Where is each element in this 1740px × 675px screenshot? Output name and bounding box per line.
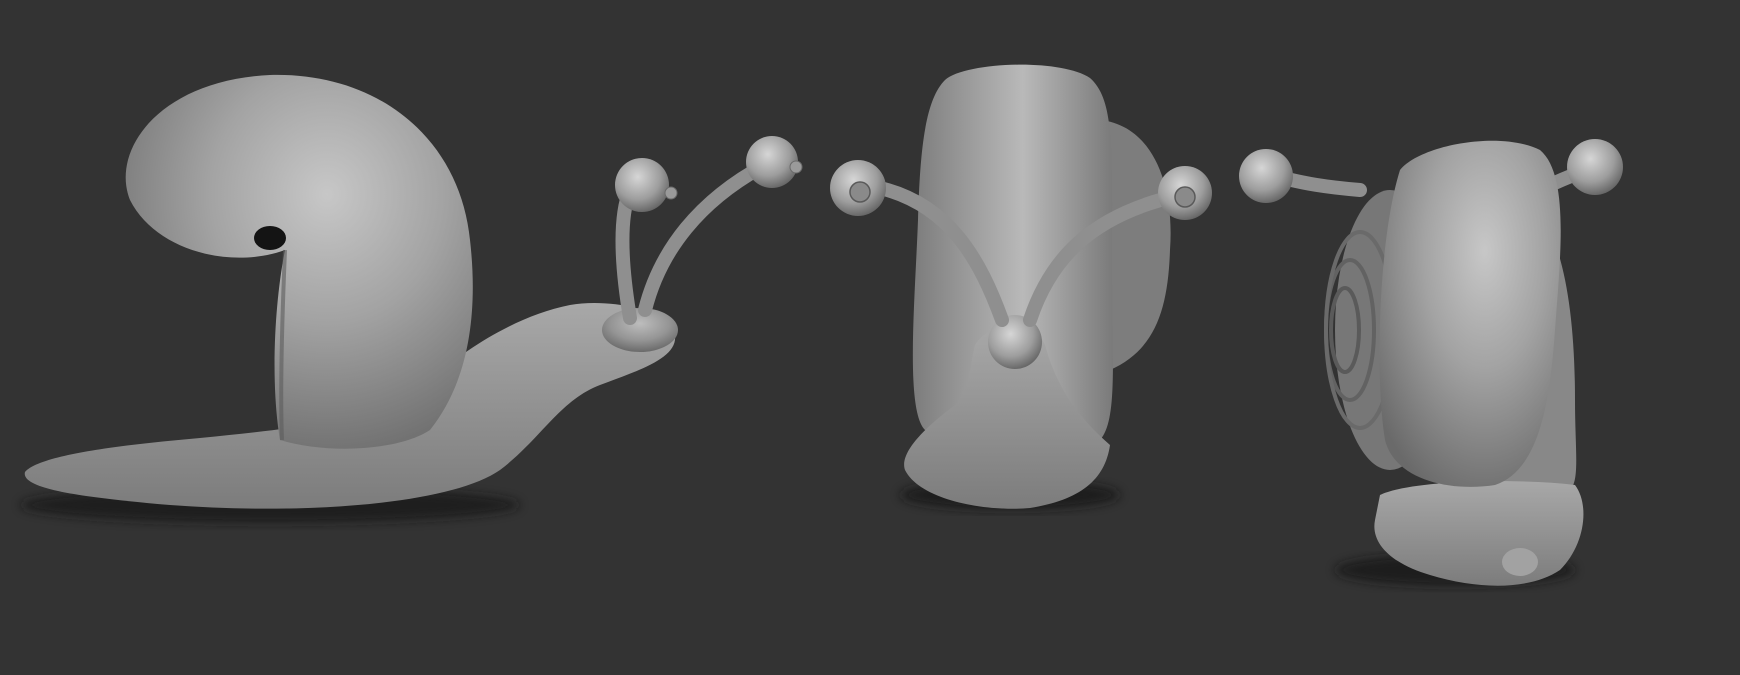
snail-three-quarter-view — [1239, 139, 1623, 586]
side-eye-left — [615, 158, 669, 212]
snail-side-view — [20, 74, 803, 523]
tq-foot-tip — [1502, 548, 1538, 576]
tq-eye-left — [1239, 149, 1293, 203]
side-shell-spiral-center — [254, 226, 286, 250]
side-eye-right — [746, 136, 798, 188]
side-antenna-left-stalk — [615, 183, 637, 325]
render-canvas — [20, 64, 1623, 586]
snail-front-view — [830, 64, 1212, 510]
tq-shell — [1379, 140, 1561, 487]
side-shell — [125, 74, 473, 449]
render-viewport — [0, 0, 1740, 675]
tq-eye-right — [1567, 139, 1623, 195]
